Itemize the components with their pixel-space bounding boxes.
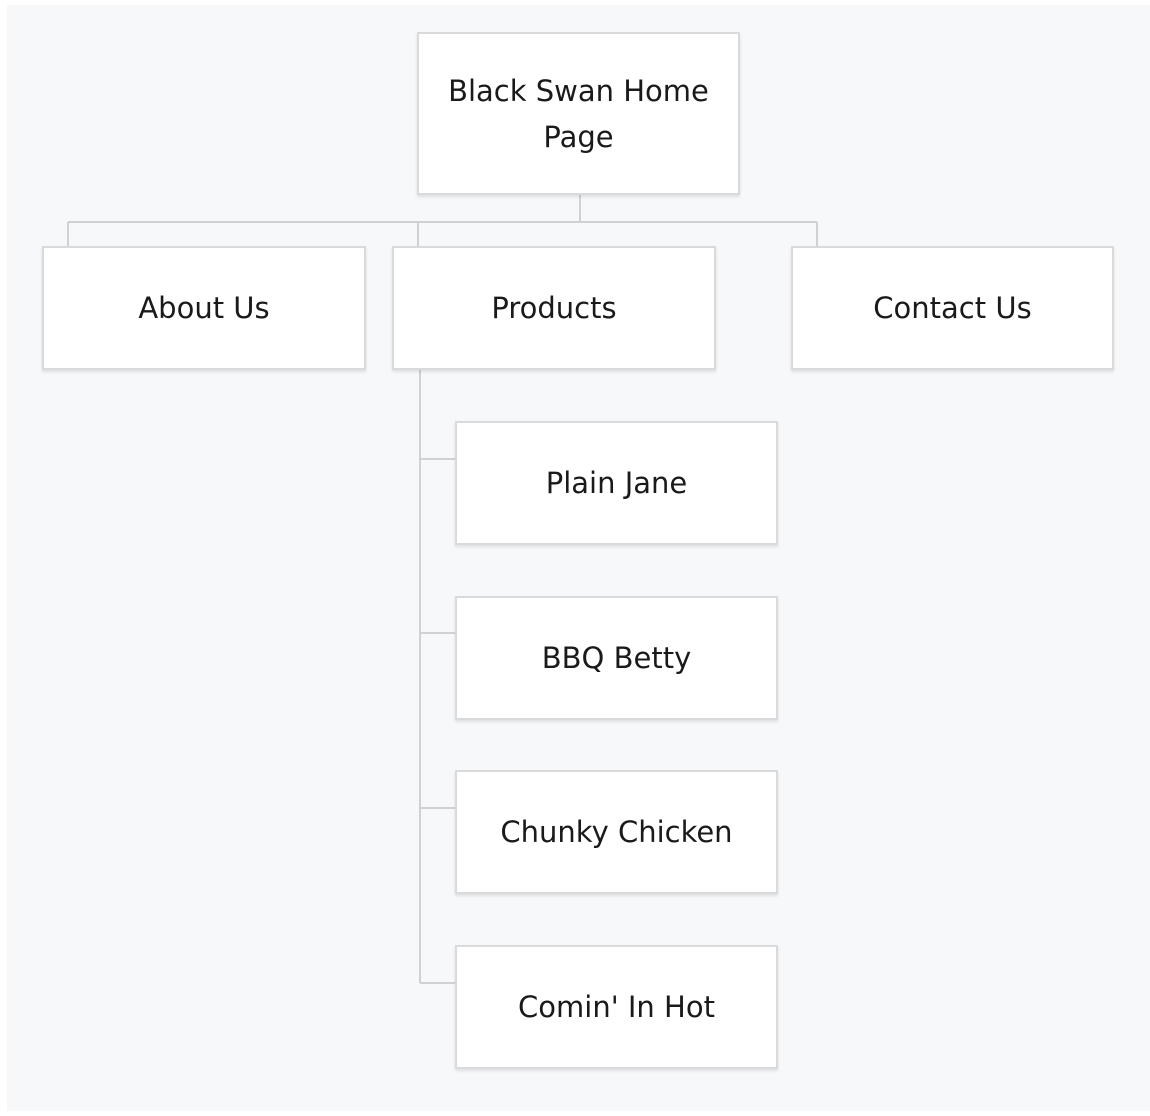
node-label: Comin' In Hot xyxy=(518,990,715,1024)
node-product-comin-in-hot: Comin' In Hot xyxy=(455,945,778,1069)
node-products: Products xyxy=(392,246,716,370)
node-label: BBQ Betty xyxy=(541,641,692,675)
node-label: Contact Us xyxy=(873,291,1032,325)
node-about-us: About Us xyxy=(42,246,366,370)
sitemap-canvas: Black Swan Home Page About Us Products C… xyxy=(0,0,1150,1116)
node-product-bbq-betty: BBQ Betty xyxy=(455,596,778,720)
node-product-chunky-chicken: Chunky Chicken xyxy=(455,770,778,894)
node-home-page: Black Swan Home Page xyxy=(417,32,740,195)
node-label: Plain Jane xyxy=(545,466,688,500)
node-label: Black Swan Home Page xyxy=(448,73,709,154)
node-product-plain-jane: Plain Jane xyxy=(455,421,778,545)
node-label: Chunky Chicken xyxy=(500,815,733,849)
node-contact-us: Contact Us xyxy=(791,246,1114,370)
node-label: About Us xyxy=(138,291,270,325)
node-label: Products xyxy=(491,291,617,325)
